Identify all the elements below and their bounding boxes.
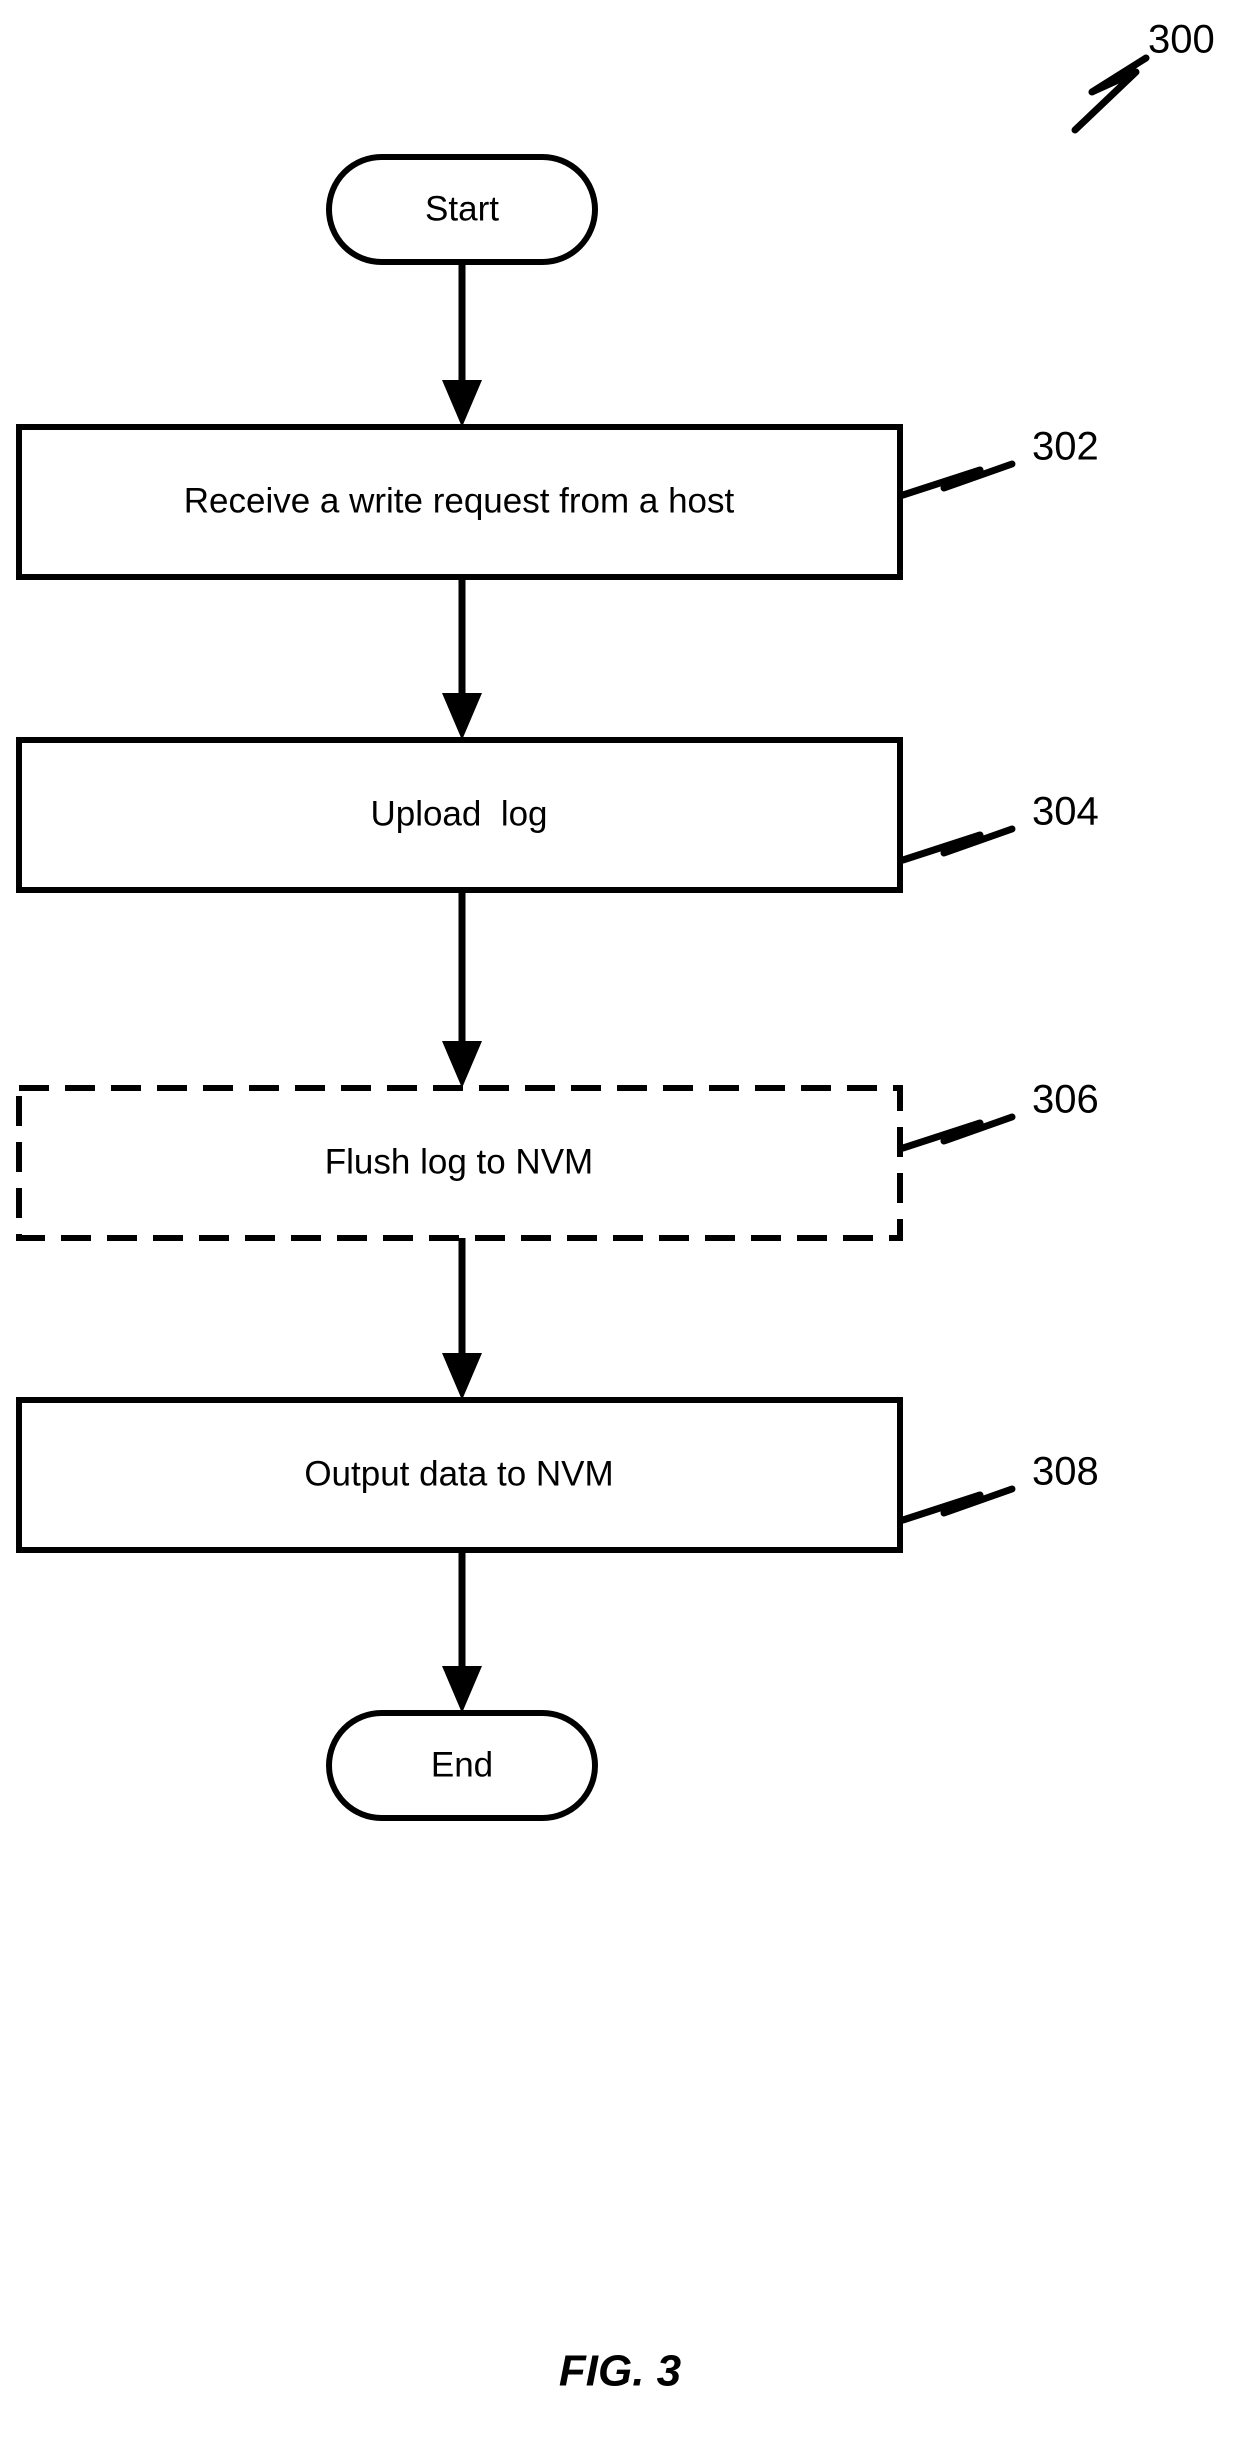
edge-302-to-304 [442,577,482,740]
edge-start-to-302 [442,263,482,427]
diagram-reference-300: 300 [1071,18,1215,134]
node-end: End [326,1710,598,1821]
step-304-label: Upload log [370,794,547,833]
arrow-head-icon [442,1353,482,1400]
leader-zigzag-308 [899,1485,1016,1524]
start-label: Start [425,189,499,228]
reference-308-label: 308 [1032,1450,1099,1494]
leader-zigzag-306 [899,1113,1016,1152]
step-306-label: Flush log to NVM [325,1142,593,1181]
node-step-304: Upload log [16,737,903,893]
step-308-label: Output data to NVM [304,1454,613,1493]
patent-figure: 300 Start Receive a write request from a… [0,0,1240,2438]
node-step-308: Output data to NVM [16,1397,903,1553]
reference-304-label: 304 [1032,790,1099,834]
step-302-label: Receive a write request from a host [184,481,735,520]
leader-zigzag-304 [899,825,1016,864]
node-step-302: Receive a write request from a host [16,424,903,580]
reference-308: 308 [899,1450,1099,1524]
arrow-head-icon [442,693,482,740]
arrow-head-icon [442,1041,482,1088]
edge-306-to-308 [442,1238,482,1400]
edge-304-to-306 [442,890,482,1088]
reference-302-label: 302 [1032,425,1099,469]
edge-308-to-end [442,1550,482,1713]
figure-caption: FIG. 3 [559,2347,681,2396]
reference-302: 302 [899,425,1099,499]
reference-304: 304 [899,790,1099,864]
flowchart-canvas: 300 Start Receive a write request from a… [16,18,1215,2396]
leader-zigzag-302 [899,460,1016,499]
reference-306-label: 306 [1032,1078,1099,1122]
arrow-head-icon [442,1666,482,1713]
node-step-306: Flush log to NVM [16,1085,903,1241]
node-start: Start [326,154,598,265]
diagram-reference-label: 300 [1148,18,1215,62]
arrow-head-icon [442,380,482,427]
end-label: End [431,1745,493,1784]
reference-306: 306 [899,1078,1099,1152]
leader-zigzag-300 [1071,54,1150,134]
